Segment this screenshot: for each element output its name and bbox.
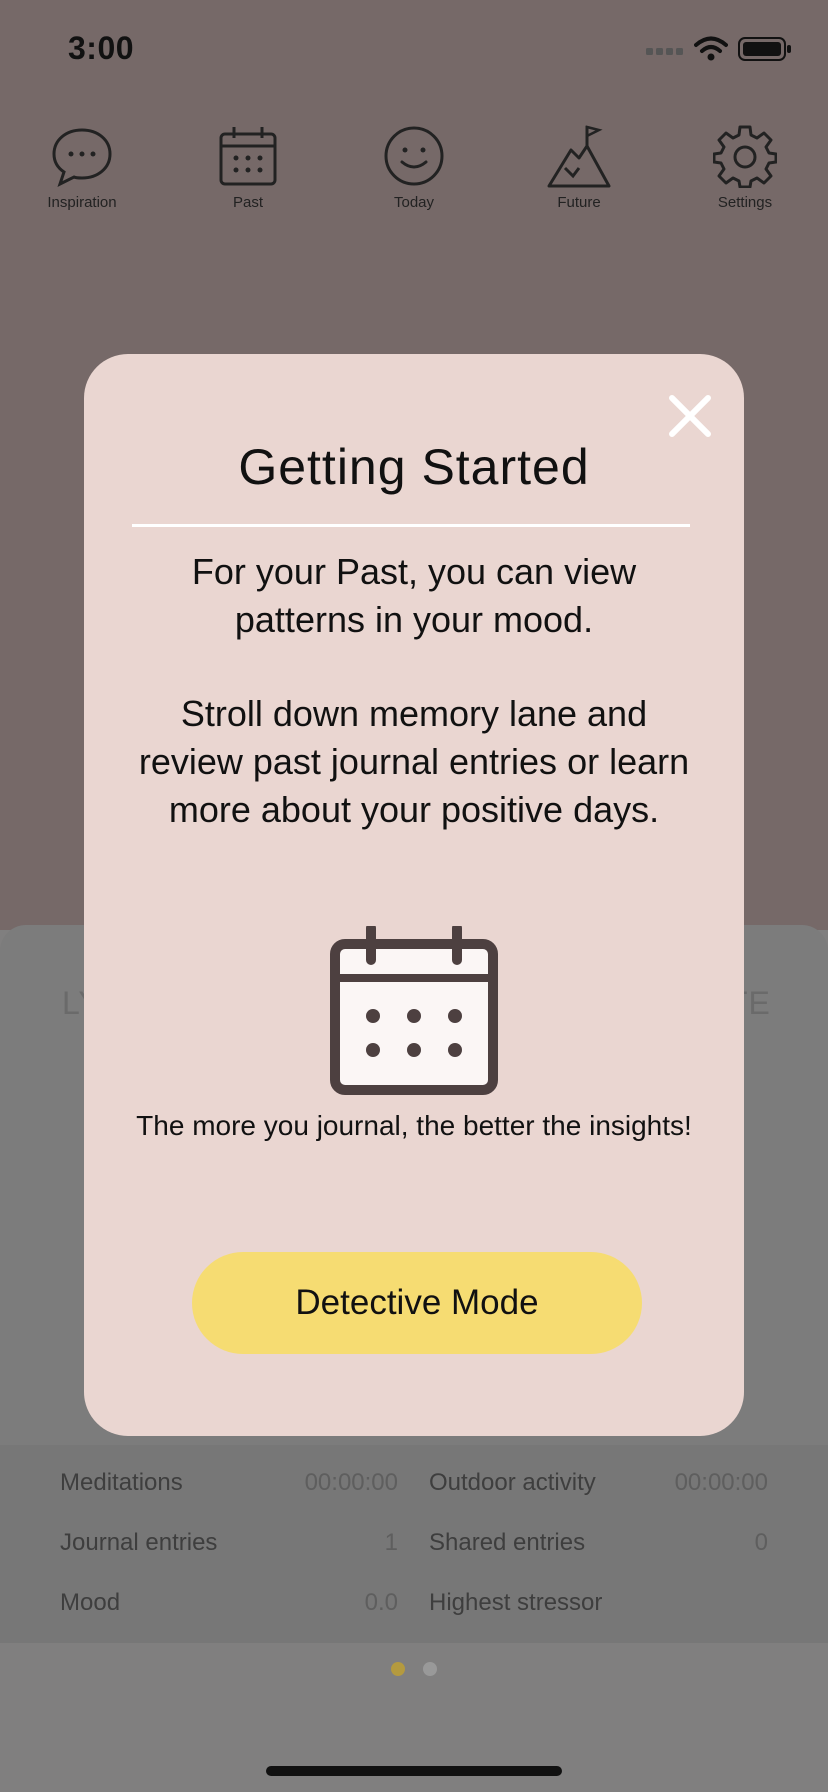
nav-label-inspiration: Inspiration (47, 194, 117, 211)
title-divider (132, 524, 690, 527)
paragraph-2-line-1: Stroll down memory lane and (180, 693, 648, 734)
nav-item-inspiration[interactable]: Inspiration (17, 124, 147, 211)
stat-value-mood: 0.0 (364, 1589, 398, 1616)
nav-label-past: Past (232, 194, 263, 211)
stat-value-outdoor: 00:00:00 (674, 1469, 768, 1496)
mountain-flag-icon (514, 124, 644, 188)
calendar-icon (183, 124, 313, 188)
nav-label-today: Today (393, 194, 435, 211)
stat-value-meditations: 00:00:00 (304, 1469, 398, 1496)
wifi-icon (694, 36, 728, 67)
close-icon[interactable] (666, 392, 714, 440)
insight-text: The more you journal, the better the ins… (136, 1110, 692, 1141)
getting-started-modal: Getting Started For your Past, you can v… (84, 354, 744, 1436)
nav-item-today[interactable]: Today (349, 124, 479, 211)
home-indicator[interactable] (266, 1766, 562, 1776)
nav-label-future: Future (557, 194, 601, 211)
stat-value-journal: 1 (384, 1529, 398, 1556)
detective-mode-button[interactable]: Detective Mode (192, 1252, 642, 1354)
paragraph-1-line-1: For your Past, you can view (191, 551, 637, 592)
nav-label-settings: Settings (717, 194, 773, 211)
stat-value-shared: 0 (754, 1529, 768, 1556)
calendar-icon (329, 923, 499, 1101)
page-dot-active[interactable] (391, 1662, 405, 1676)
paragraph-2-line-2: review past journal entries or learn (138, 741, 690, 782)
modal-paragraph-2: Stroll down memory lane and review past … (114, 690, 714, 834)
gear-icon (680, 124, 810, 188)
page-dot[interactable] (423, 1662, 437, 1676)
status-icons (646, 36, 792, 67)
top-nav: Inspiration Past Today Future Settings (0, 124, 828, 224)
stat-label-shared: Shared entries (429, 1529, 586, 1556)
stat-label-stressor: Highest stressor (429, 1589, 603, 1616)
nav-item-past[interactable]: Past (183, 124, 313, 211)
stat-label-outdoor: Outdoor activity (429, 1469, 596, 1496)
battery-icon (738, 36, 792, 67)
smiley-icon (349, 124, 479, 188)
speech-bubble-icon (17, 124, 147, 188)
nav-item-future[interactable]: Future (514, 124, 644, 211)
nav-item-settings[interactable]: Settings (680, 124, 810, 211)
modal-paragraph-1: For your Past, you can view patterns in … (114, 548, 714, 644)
stat-label-mood: Mood (60, 1589, 121, 1616)
status-time: 3:00 (68, 30, 135, 66)
paragraph-1-line-2: patterns in your mood. (234, 599, 594, 640)
stat-label-meditations: Meditations (60, 1469, 183, 1496)
stat-label-journal: Journal entries (60, 1529, 218, 1556)
paragraph-2-line-3: more about your positive days. (168, 789, 660, 830)
modal-title: Getting Started (238, 439, 590, 495)
signal-icon (646, 43, 684, 61)
